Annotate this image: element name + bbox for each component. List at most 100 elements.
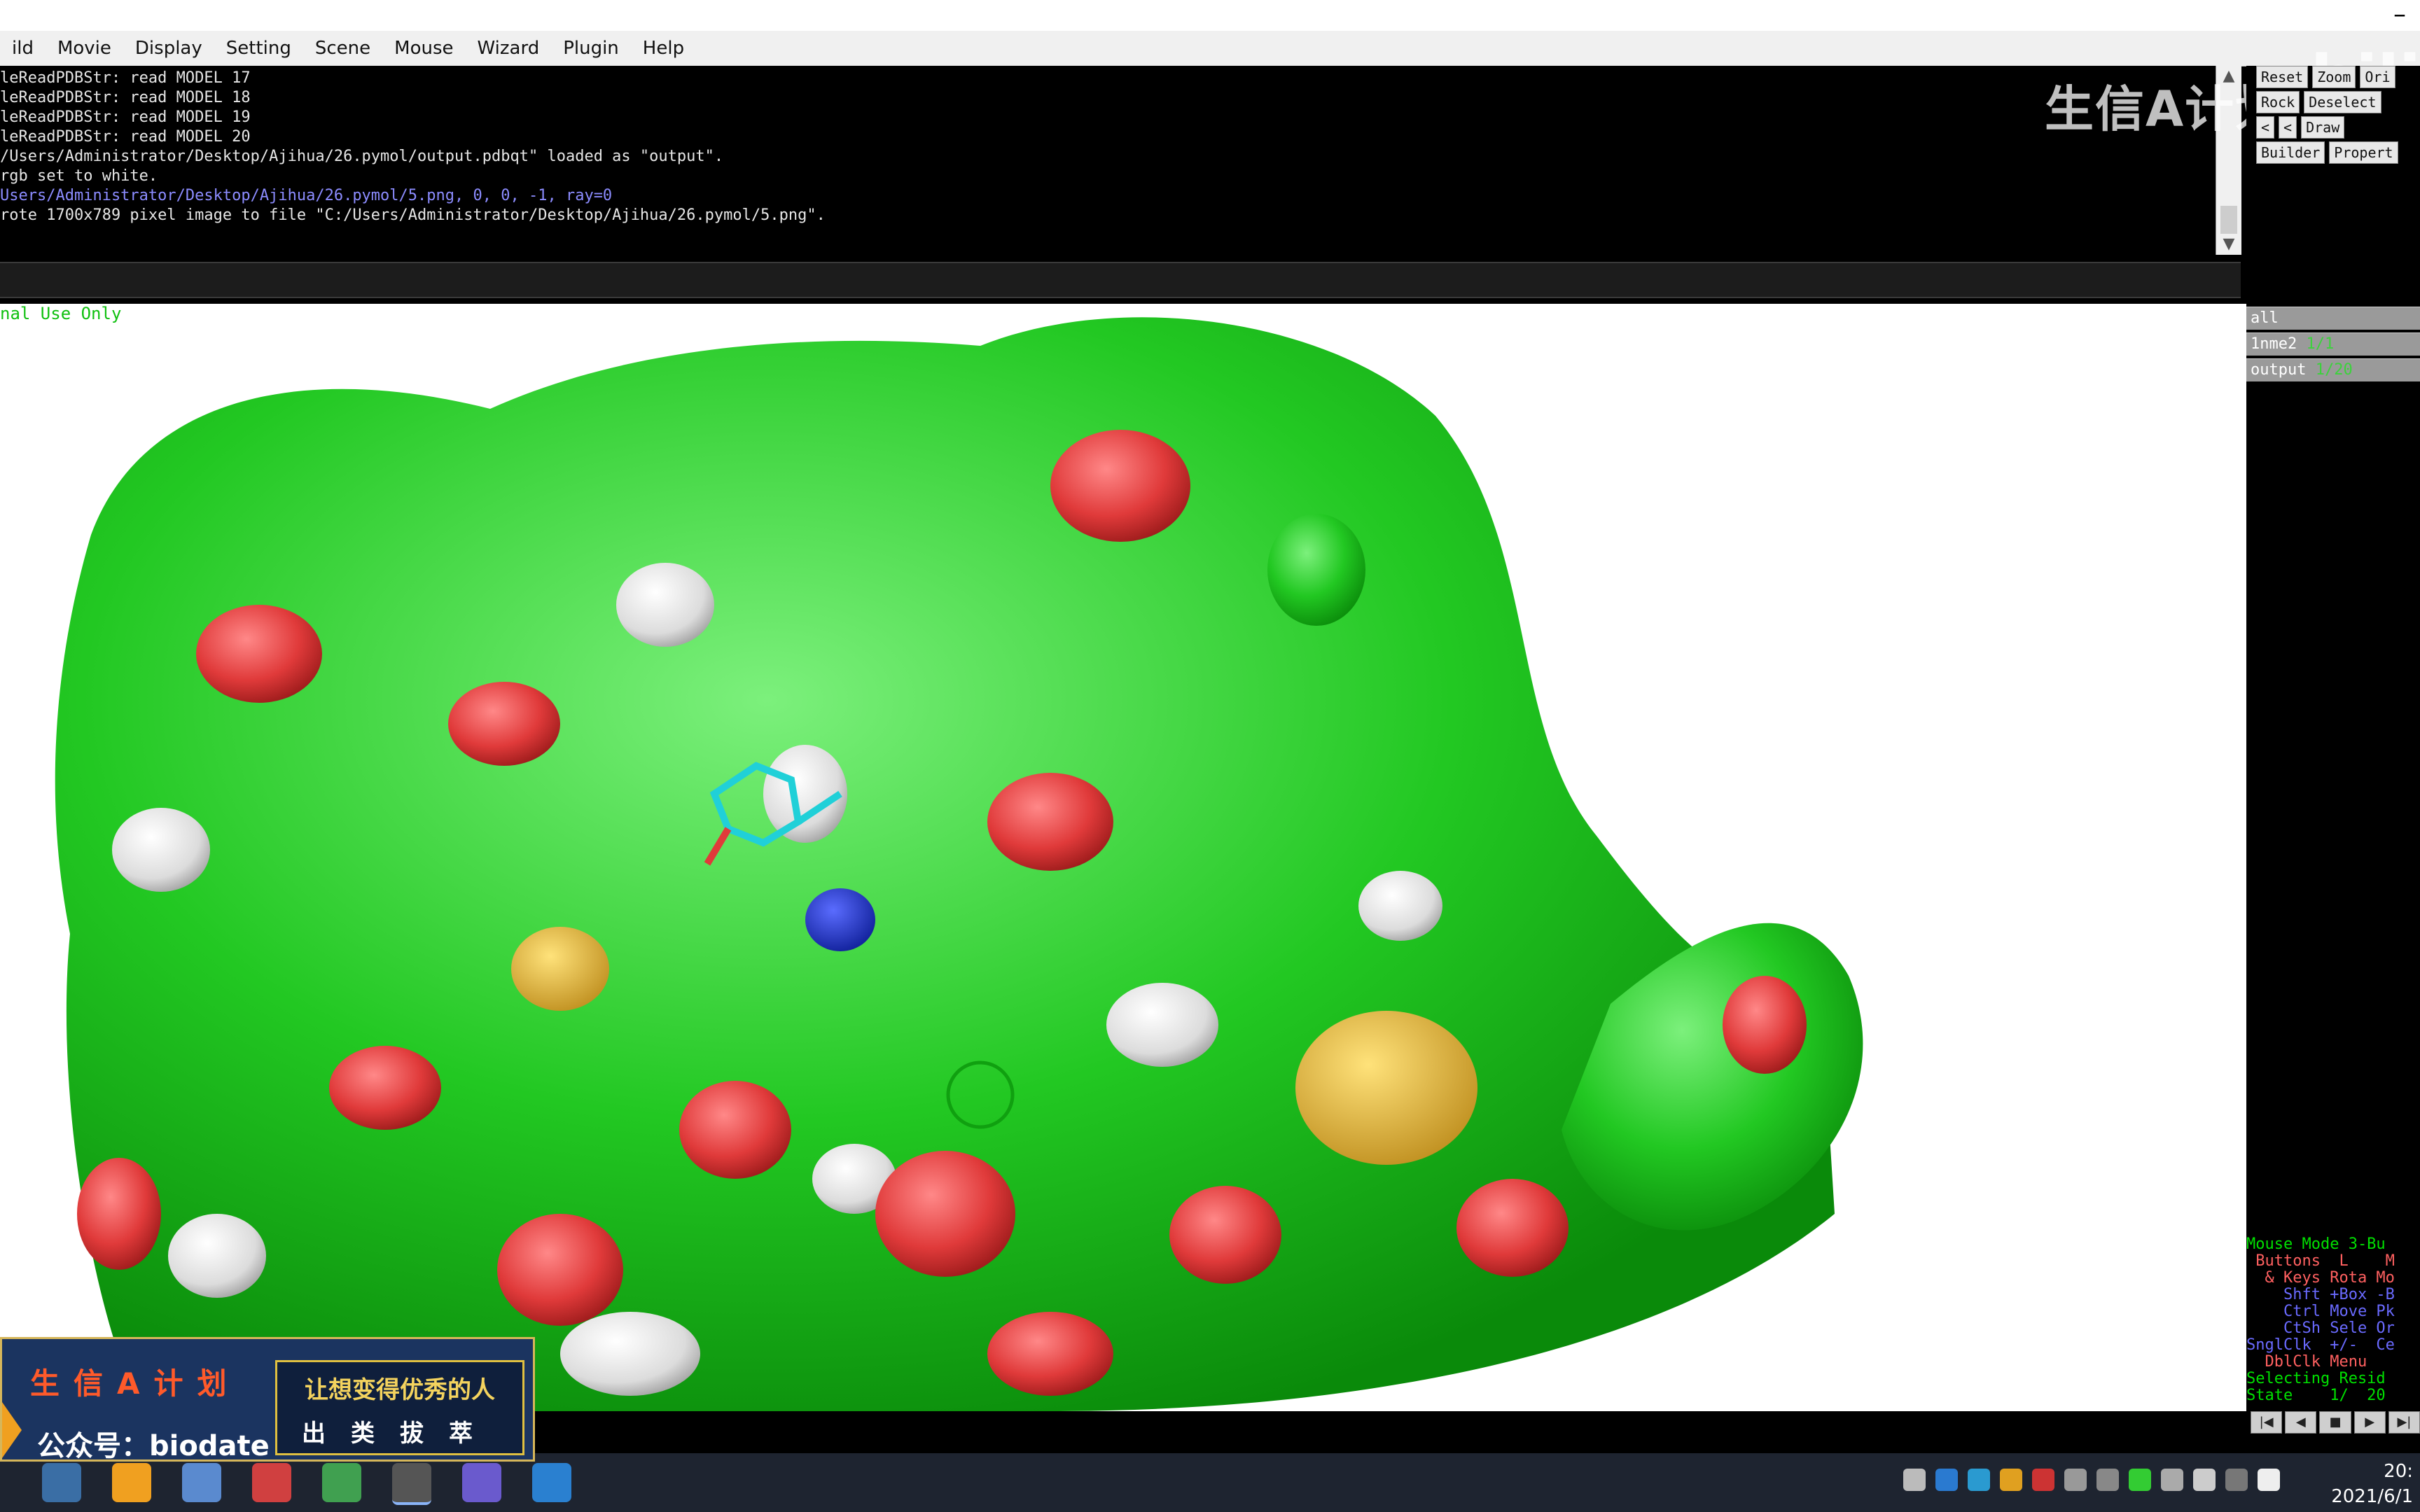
mouse-keys-row: & Keys Rota Mo	[2246, 1269, 2395, 1287]
minimize-button[interactable]: –	[2393, 0, 2406, 29]
object-name: all	[2251, 309, 2279, 327]
tray-app-icon[interactable]	[2064, 1469, 2087, 1491]
object-state: 1/20	[2315, 361, 2353, 379]
console-line: leReadPDBStr: read MODEL 20	[0, 128, 251, 146]
console-line: rgb set to white.	[0, 167, 158, 185]
prev-button[interactable]: <	[2279, 116, 2297, 139]
shield-icon[interactable]	[2000, 1469, 2022, 1491]
banner-slogan-box: 让想变得优秀的人 出类拔萃	[275, 1360, 524, 1455]
molecular-viewport[interactable]	[0, 304, 2246, 1411]
network-icon[interactable]	[2161, 1469, 2183, 1491]
tray-app-icon[interactable]	[1968, 1469, 1990, 1491]
license-text: nal Use Only	[0, 304, 122, 323]
rock-button[interactable]: Rock	[2256, 91, 2300, 113]
clock-time: 20:	[2384, 1461, 2413, 1482]
scroll-down-icon[interactable]: ▼	[2216, 234, 2241, 255]
movie-controls: |◀ ◀ ■ ▶ ▶|	[2246, 1411, 2420, 1436]
taskbar-app-icon[interactable]	[42, 1463, 81, 1502]
zoom-button[interactable]: Zoom	[2312, 66, 2356, 88]
button-row-1: Reset Zoom Ori	[2246, 66, 2420, 88]
output-console: leReadPDBStr: read MODEL 17 leReadPDBStr:…	[0, 66, 2220, 255]
menu-wizard[interactable]: Wizard	[466, 38, 552, 59]
taskbar-app-icon[interactable]	[392, 1463, 431, 1505]
taskbar: 20: 2021/6/1	[0, 1453, 2420, 1512]
object-1nme2[interactable]: 1nme2 1/1	[2246, 332, 2420, 356]
orient-button[interactable]: Ori	[2360, 66, 2395, 88]
menu-plugin[interactable]: Plugin	[551, 38, 631, 59]
reset-button[interactable]: Reset	[2256, 66, 2309, 88]
menu-setting[interactable]: Setting	[214, 38, 303, 59]
tray-app-icon[interactable]	[1935, 1469, 1958, 1491]
menu-scene[interactable]: Scene	[303, 38, 382, 59]
state-readout: State 1/ 20	[2246, 1387, 2386, 1404]
tray-app-icon[interactable]	[2032, 1469, 2054, 1491]
stop-icon[interactable]: ■	[2319, 1411, 2351, 1434]
object-name: output	[2251, 361, 2307, 379]
mouse-shft-row: Shft +Box -B	[2246, 1286, 2395, 1303]
button-row-4: Builder Propert	[2246, 141, 2420, 164]
taskbar-app-icon[interactable]	[462, 1463, 501, 1502]
play-icon[interactable]: ▶	[2353, 1411, 2386, 1434]
console-line: /Users/Administrator/Desktop/Ajihua/26.p…	[0, 148, 724, 165]
banner-slogan: 让想变得优秀的人	[305, 1376, 495, 1404]
taskbar-app-icon[interactable]	[322, 1463, 361, 1502]
promo-banner: 生信A计划 公众号：biodate 让想变得优秀的人 出类拔萃	[0, 1337, 535, 1462]
volume-icon[interactable]	[2193, 1469, 2216, 1491]
system-tray	[1903, 1469, 2280, 1491]
mouse-dbl-row: DblClk Menu	[2246, 1353, 2367, 1371]
window-title-strip: –	[0, 0, 2420, 31]
right-panel: Reset Zoom Ori Rock Deselect < < Draw Bu…	[2246, 66, 2420, 1411]
button-row-2: Rock Deselect	[2246, 91, 2420, 113]
banner-motto: 出类拔萃	[302, 1420, 498, 1448]
taskbar-app-icon[interactable]	[182, 1463, 221, 1502]
builder-button[interactable]: Builder	[2256, 141, 2325, 164]
rewind-icon[interactable]: |◀	[2251, 1411, 2283, 1434]
system-clock[interactable]: 20: 2021/6/1	[2331, 1459, 2413, 1509]
microphone-icon[interactable]	[1903, 1469, 1926, 1491]
mouse-sngl-row: SnglClk +/- Ce	[2246, 1336, 2395, 1354]
deselect-button[interactable]: Deselect	[2304, 91, 2381, 113]
banner-arrow-icon	[2, 1402, 22, 1458]
menu-help[interactable]: Help	[631, 38, 696, 59]
taskbar-app-icon[interactable]	[112, 1463, 151, 1502]
step-back-icon[interactable]: ◀	[2285, 1411, 2317, 1434]
notification-icon[interactable]	[2258, 1469, 2280, 1491]
protein-surface-render	[55, 317, 1863, 1411]
draw-button[interactable]: Draw	[2301, 116, 2345, 139]
properties-button[interactable]: Propert	[2329, 141, 2398, 164]
close-icon[interactable]	[2225, 1469, 2248, 1491]
object-state: 1/1	[2306, 335, 2335, 353]
back-button[interactable]: <	[2256, 116, 2275, 139]
selecting-mode: Selecting Resid	[2246, 1370, 2386, 1387]
menu-build[interactable]: ild	[0, 38, 46, 59]
menu-mouse[interactable]: Mouse	[382, 38, 465, 59]
console-line: leReadPDBStr: read MODEL 18	[0, 89, 251, 106]
forward-icon[interactable]: ▶|	[2388, 1411, 2420, 1434]
clock-date: 2021/6/1	[2331, 1486, 2413, 1507]
console-line: leReadPDBStr: read MODEL 19	[0, 108, 251, 126]
banner-title: 生信A计划	[30, 1366, 241, 1401]
menu-bar: ild Movie Display Setting Scene Mouse Wi…	[0, 31, 2420, 66]
console-line: leReadPDBStr: read MODEL 17	[0, 69, 251, 87]
mouse-ctsh-row: CtSh Sele Or	[2246, 1320, 2395, 1337]
mouse-buttons-row: Buttons L M	[2246, 1252, 2395, 1270]
printer-icon[interactable]	[2096, 1469, 2119, 1491]
object-name: 1nme2	[2251, 335, 2297, 353]
object-output[interactable]: output 1/20	[2246, 358, 2420, 382]
menu-display[interactable]: Display	[123, 38, 214, 59]
scroll-thumb[interactable]	[2220, 206, 2237, 234]
command-input[interactable]	[0, 262, 2241, 298]
button-row-3: < < Draw	[2246, 116, 2420, 139]
mouse-ctrl-row: Ctrl Move Pk	[2246, 1303, 2395, 1320]
menu-movie[interactable]: Movie	[46, 38, 123, 59]
mouse-mode-title: Mouse Mode 3-Bu	[2246, 1236, 2386, 1253]
taskbar-app-icon[interactable]	[532, 1463, 571, 1502]
nvidia-icon[interactable]	[2129, 1469, 2151, 1491]
console-line: rote 1700x789 pixel image to file "C:/Us…	[0, 206, 826, 224]
object-list: all 1nme2 1/1 output 1/20	[2246, 307, 2420, 384]
taskbar-app-icon[interactable]	[252, 1463, 291, 1502]
console-line: Users/Administrator/Desktop/Ajihua/26.py…	[0, 187, 613, 204]
banner-account: 公众号：biodate	[37, 1430, 270, 1462]
object-all[interactable]: all	[2246, 307, 2420, 330]
mouse-mode-help: Mouse Mode 3-Bu Buttons L M & Keys Rota …	[2246, 1236, 2420, 1411]
